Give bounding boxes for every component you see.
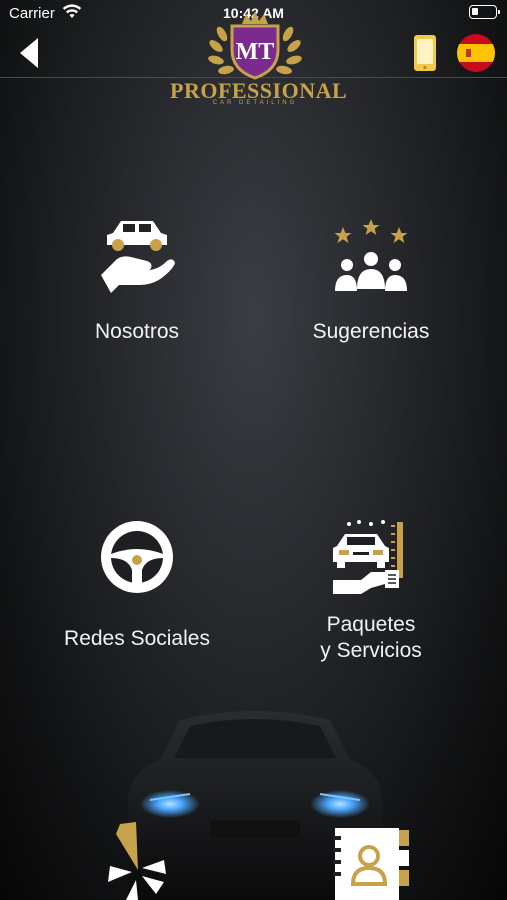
- brand-logo: MT PROFESSIONAL CAR DETAILING: [170, 4, 347, 106]
- crest-icon: MT: [208, 11, 302, 80]
- menu-label-redes-sociales: Redes Sociales: [64, 627, 210, 650]
- nav-bar: MT PROFESSIONAL CAR DETAILING: [0, 11, 507, 106]
- menu-item-redes-sociales[interactable]: Redes Sociales: [37, 518, 237, 652]
- phone-icon[interactable]: [412, 34, 438, 72]
- menu-label-nosotros: Nosotros: [94, 320, 180, 343]
- people-stars-icon: [334, 219, 408, 291]
- brand-tagline: CAR DETAILING: [212, 100, 298, 106]
- contact-book-icon[interactable]: [333, 822, 411, 900]
- back-arrow-icon[interactable]: [14, 36, 44, 70]
- car-wash-icon: [333, 520, 403, 594]
- menu-item-sugerencias[interactable]: Sugerencias: [271, 215, 471, 345]
- menu-item-nosotros[interactable]: Nosotros: [37, 215, 237, 345]
- battery-icon: [469, 5, 500, 19]
- spanish-flag-icon[interactable]: [457, 34, 495, 72]
- hand-car-icon: [101, 221, 175, 293]
- crest-letters: MT: [236, 39, 275, 65]
- menu-item-paquetes-servicios[interactable]: Paquetes y Servicios: [271, 518, 471, 664]
- yelp-icon[interactable]: [106, 820, 168, 900]
- menu-label-paquetes-servicios: Paquetes y Servicios: [320, 613, 422, 662]
- menu-label-sugerencias: Sugerencias: [312, 320, 430, 343]
- steering-wheel-icon: [101, 521, 173, 593]
